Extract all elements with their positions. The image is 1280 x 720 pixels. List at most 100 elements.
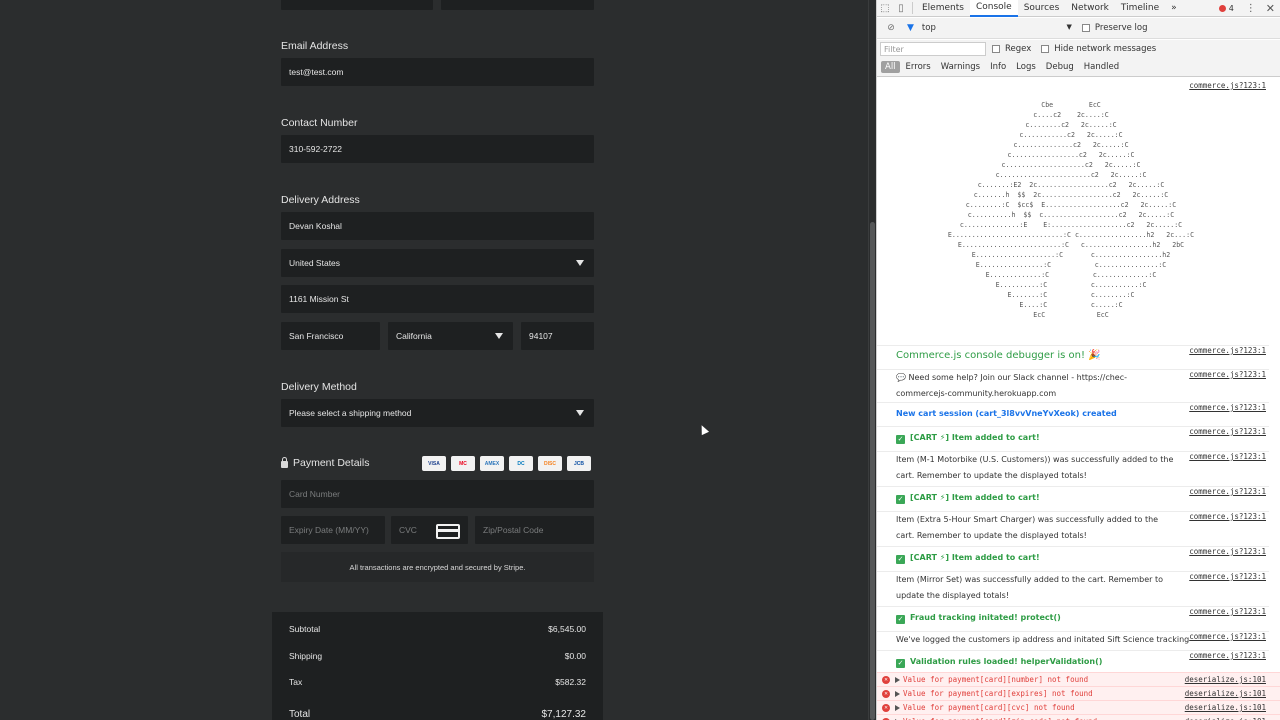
- devtools-tab-bar: ⬚ ▯ Elements Console Sources Network Timelin…: [877, 0, 1280, 17]
- error-icon: ✕: [882, 703, 890, 712]
- tab-elements[interactable]: Elements: [916, 0, 970, 17]
- divider: [912, 2, 913, 14]
- check-icon: ✓: [896, 555, 905, 564]
- state-select[interactable]: California: [388, 322, 513, 350]
- hide-network-label: Hide network messages: [1054, 44, 1157, 54]
- card-brand-icon: DC: [509, 456, 533, 471]
- expiry-field[interactable]: Expiry Date (MM/YY): [281, 516, 385, 544]
- tab-console[interactable]: Console: [969, 0, 1018, 17]
- device-toolbar-icon[interactable]: ▯: [893, 0, 909, 16]
- message-source-link[interactable]: commerce.js?123:1: [1189, 512, 1266, 521]
- error-source-link[interactable]: deserialize.js:101: [1185, 703, 1266, 712]
- message-source-link[interactable]: commerce.js?123:1: [1189, 487, 1266, 496]
- shipping-method-select[interactable]: Please select a shipping method: [281, 399, 594, 427]
- shipping-label: Shipping: [289, 651, 323, 661]
- level-info[interactable]: Info: [986, 61, 1010, 73]
- message-source-link[interactable]: commerce.js?123:1: [1189, 370, 1266, 379]
- preserve-log-toggle[interactable]: Preserve log: [1081, 23, 1148, 33]
- cvc-field[interactable]: CVC: [391, 516, 468, 544]
- message-source-link[interactable]: commerce.js?123:1: [1189, 572, 1266, 581]
- tab-network[interactable]: Network: [1065, 0, 1115, 17]
- message-source-link[interactable]: commerce.js?123:1: [1189, 452, 1266, 461]
- contact-field[interactable]: 310-592-2722: [281, 135, 594, 163]
- tab-sources[interactable]: Sources: [1018, 0, 1066, 17]
- level-handled[interactable]: Handled: [1080, 61, 1123, 73]
- check-icon: ✓: [896, 495, 905, 504]
- city-field[interactable]: San Francisco: [281, 322, 380, 350]
- chevron-down-icon: [576, 260, 584, 266]
- error-count-badge[interactable]: 4: [1218, 3, 1234, 13]
- console-scrollbar[interactable]: [1272, 78, 1278, 720]
- error-text: Value for payment[card][cvc] not found: [903, 703, 1075, 712]
- zip-field[interactable]: 94107: [521, 322, 594, 350]
- page-scrollbar-thumb[interactable]: [870, 222, 875, 720]
- console-error-row[interactable]: ✕ Value for payment[card][expires] not fo…: [877, 686, 1280, 700]
- check-icon: ✓: [896, 615, 905, 624]
- last-name-field[interactable]: [441, 0, 594, 10]
- full-name-field[interactable]: Devan Koshal: [281, 212, 594, 240]
- message-source-link[interactable]: commerce.js?123:1: [1189, 346, 1266, 355]
- tab-timeline[interactable]: Timeline: [1115, 0, 1165, 17]
- chevron-down-icon: [495, 333, 503, 339]
- state-value: California: [396, 331, 432, 341]
- level-errors[interactable]: Errors: [902, 61, 935, 73]
- message-source-link[interactable]: commerce.js?123:1: [1189, 651, 1266, 660]
- order-summary: Subtotal $6,545.00 Shipping $0.00 Tax $5…: [272, 612, 603, 720]
- console-message: 💬 Need some help? Join our Slack channel…: [896, 373, 1127, 398]
- ascii-art-logo: Cbe EcC c....c2 2c....:C c........c2 2c.…: [947, 101, 1195, 319]
- console-message-text: Validation rules loaded! helperValidatio…: [910, 657, 1103, 666]
- cvc-placeholder: CVC: [399, 525, 417, 535]
- message-source-link[interactable]: commerce.js?123:1: [1189, 427, 1266, 436]
- error-source-link[interactable]: deserialize.js:101: [1185, 675, 1266, 684]
- country-select[interactable]: United States: [281, 249, 594, 277]
- card-number-field[interactable]: Card Number: [281, 480, 594, 508]
- expand-arrow-icon[interactable]: [895, 704, 900, 711]
- card-brand-icons: VISA MC AMEX DC DISC JCB: [422, 456, 591, 471]
- message-source-link[interactable]: commerce.js?123:1: [1189, 81, 1266, 90]
- checkout-page: Email Address test@test.com Contact Numb…: [0, 0, 868, 720]
- filter-icon[interactable]: ▼: [907, 23, 914, 33]
- hide-network-toggle[interactable]: Hide network messages: [1041, 44, 1156, 54]
- more-tabs-icon[interactable]: »: [1165, 0, 1183, 17]
- message-source-link[interactable]: commerce.js?123:1: [1189, 607, 1266, 616]
- close-icon[interactable]: ✕: [1266, 2, 1275, 15]
- lock-icon: [281, 457, 288, 468]
- shipping-row: Shipping $0.00: [289, 651, 586, 661]
- clear-console-icon[interactable]: ⊘: [883, 20, 899, 36]
- level-all[interactable]: All: [881, 61, 900, 73]
- console-filter-input[interactable]: Filter: [880, 42, 986, 56]
- message-source-link[interactable]: commerce.js?123:1: [1189, 632, 1266, 641]
- level-warnings[interactable]: Warnings: [937, 61, 984, 73]
- log-level-bar: All Errors Warnings Info Logs Debug Handled: [877, 58, 1280, 77]
- console-message-text: Fraud tracking initated! protect(): [910, 613, 1061, 622]
- street-field[interactable]: 1161 Mission St: [281, 285, 594, 313]
- console-error-row[interactable]: ✕Value for payment[card][zip_code] not f…: [877, 714, 1280, 720]
- context-select[interactable]: top ▼: [922, 23, 1072, 33]
- postal-code-field[interactable]: Zip/Postal Code: [475, 516, 594, 544]
- level-logs[interactable]: Logs: [1012, 61, 1040, 73]
- hide-network-checkbox[interactable]: [1041, 45, 1050, 53]
- first-name-field[interactable]: [281, 0, 433, 10]
- message-source-link[interactable]: commerce.js?123:1: [1189, 547, 1266, 556]
- expand-arrow-icon[interactable]: [895, 676, 900, 683]
- card-brand-icon: DISC: [538, 456, 562, 471]
- devtools-panel: ⬚ ▯ Elements Console Sources Network Timelin…: [876, 0, 1280, 720]
- regex-toggle[interactable]: Regex: [992, 44, 1031, 54]
- preserve-log-label: Preserve log: [1094, 23, 1148, 33]
- console-message: ✓ Validation rules loaded! helperValidati…: [896, 654, 1176, 670]
- error-count: 4: [1228, 3, 1234, 13]
- message-source-link[interactable]: commerce.js?123:1: [1189, 403, 1266, 412]
- delivery-address-label: Delivery Address: [281, 194, 360, 206]
- level-debug[interactable]: Debug: [1042, 61, 1078, 73]
- regex-checkbox[interactable]: [992, 45, 1000, 53]
- console-error-row[interactable]: ✕ Value for payment[card][number] not fou…: [877, 672, 1280, 686]
- inspect-icon[interactable]: ⬚: [877, 0, 893, 16]
- console-error-row[interactable]: ✕ Value for payment[card][cvc] not found d…: [877, 700, 1280, 714]
- email-field[interactable]: test@test.com: [281, 58, 594, 86]
- expand-arrow-icon[interactable]: [895, 690, 900, 697]
- error-source-link[interactable]: deserialize.js:101: [1185, 689, 1266, 698]
- credit-card-icon: [436, 524, 460, 539]
- kebab-menu-icon[interactable]: ⋮: [1246, 3, 1256, 14]
- card-brand-icon: VISA: [422, 456, 446, 471]
- preserve-log-checkbox[interactable]: [1081, 24, 1090, 32]
